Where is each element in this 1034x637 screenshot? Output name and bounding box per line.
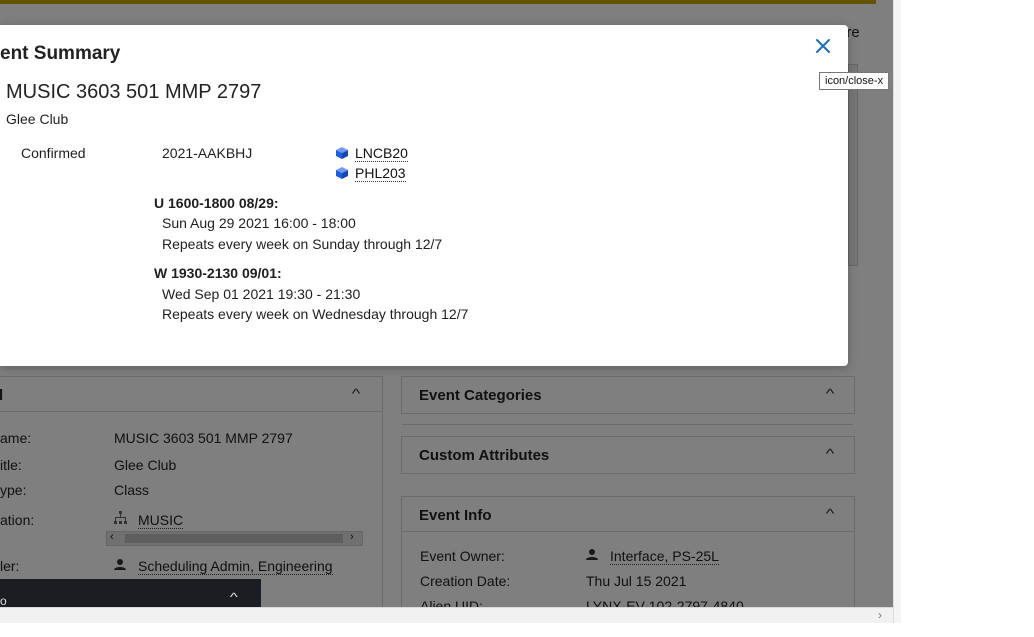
toast-bar[interactable]: o ^ [0, 579, 261, 608]
event-title: Glee Club [6, 111, 69, 127]
location-item[interactable]: LNCB20 [336, 145, 408, 162]
close-button[interactable] [812, 35, 834, 57]
profile-heading: U 1600-1800 08/29: [154, 195, 279, 211]
chevron-up-icon[interactable]: ^ [230, 590, 238, 604]
event-name: MUSIC 3603 501 MMP 2797 [6, 81, 262, 103]
modal-title: ent Summary [0, 43, 121, 64]
location-item[interactable]: PHL203 [336, 165, 406, 182]
event-reference: 2021-AAKBHJ [162, 145, 253, 161]
page-horizontal-scrollbar[interactable]: › [0, 607, 893, 624]
page-vertical-gutter [893, 0, 901, 637]
close-tooltip: icon/close-x [819, 72, 890, 90]
scroll-right-icon[interactable]: › [878, 608, 882, 622]
location-link[interactable]: LNCB20 [355, 145, 408, 162]
cube-icon [336, 147, 348, 159]
page-bottom-strip [0, 623, 1034, 637]
event-state: Confirmed [21, 145, 86, 161]
profile-repeat: Repeats every week on Sunday through 12/… [162, 236, 443, 252]
toast-text: o [0, 594, 7, 608]
location-link[interactable]: PHL203 [355, 165, 406, 182]
profile-datetime: Sun Aug 29 2021 16:00 - 18:00 [162, 215, 356, 231]
profile-repeat: Repeats every week on Wednesday through … [162, 306, 469, 322]
profile-datetime: Wed Sep 01 2021 19:30 - 21:30 [162, 286, 361, 302]
cube-icon [336, 167, 348, 179]
close-x-icon [816, 39, 830, 53]
profile-heading: W 1930-2130 09/01: [154, 265, 282, 281]
